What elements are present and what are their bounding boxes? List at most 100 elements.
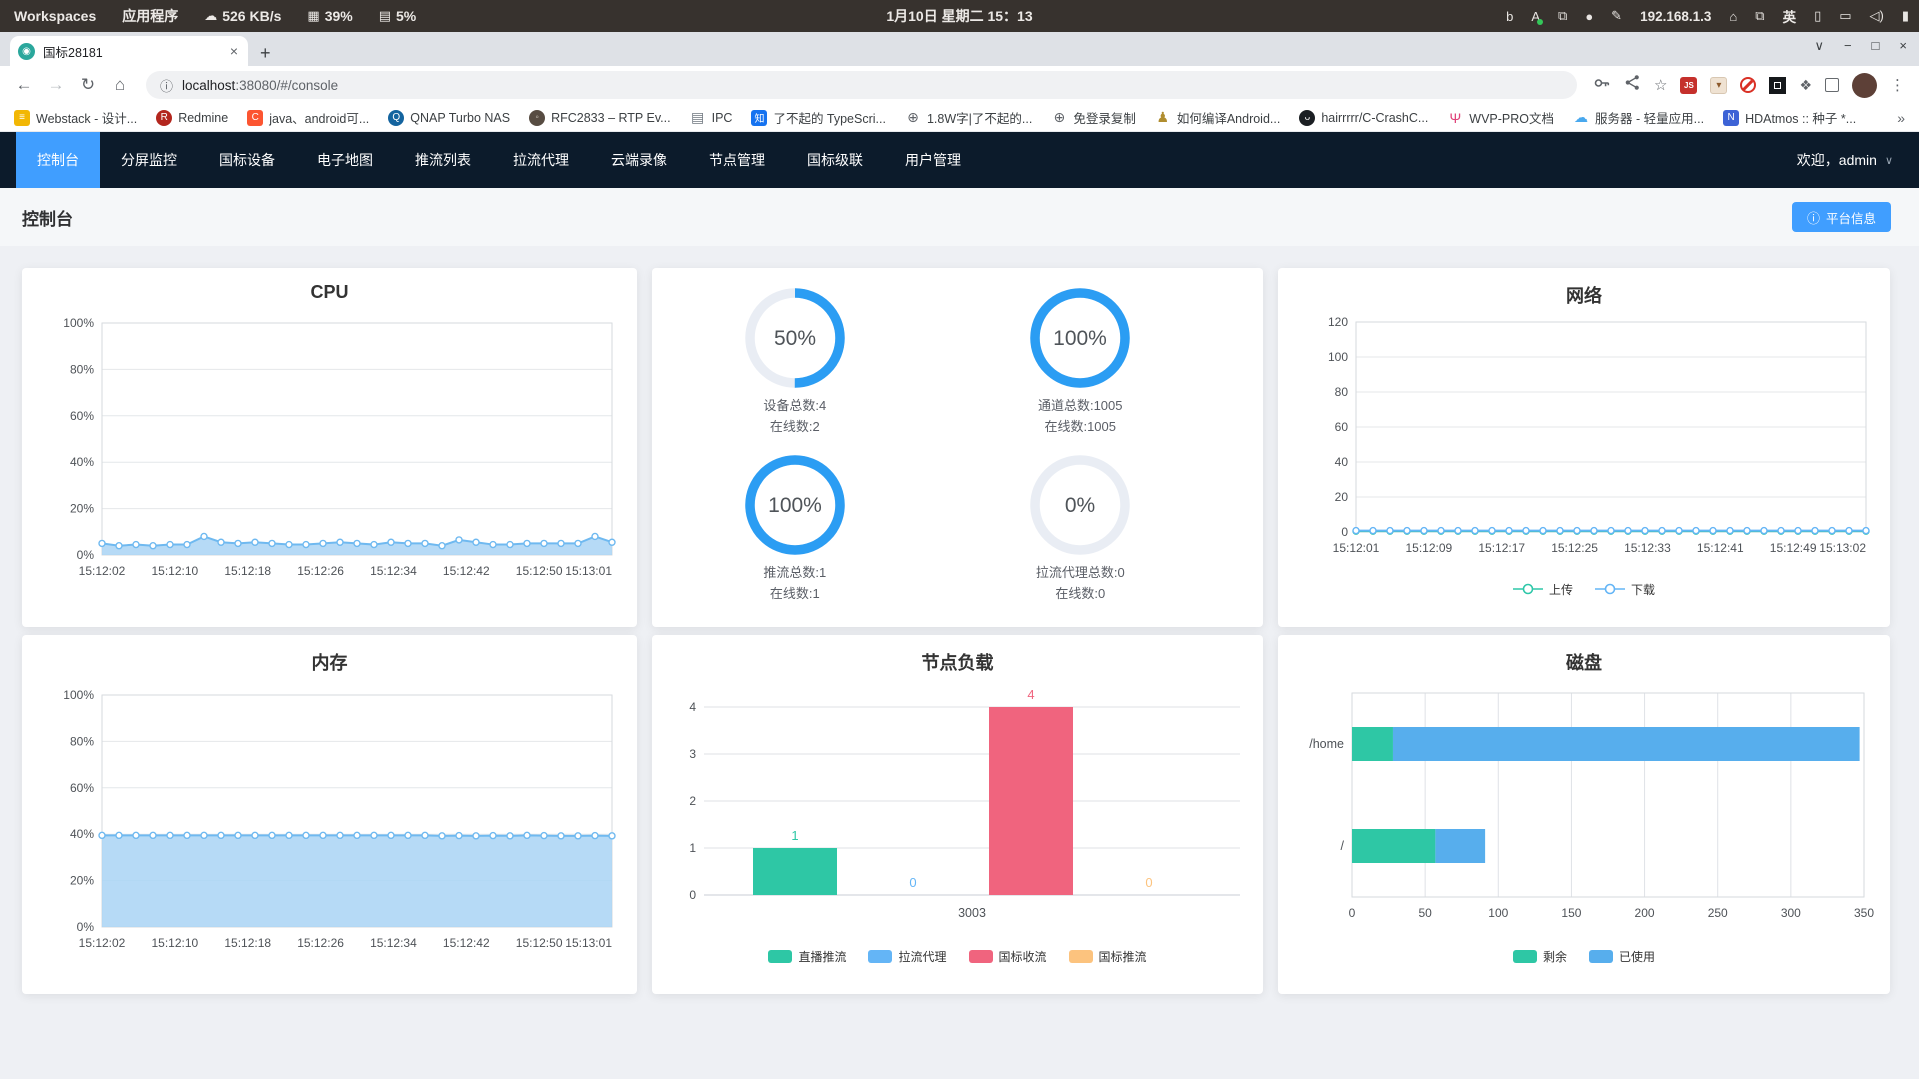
cpu-icon: ▦: [307, 8, 320, 23]
back-button[interactable]: ←: [10, 75, 38, 95]
svg-text:60: 60: [1335, 420, 1349, 434]
svg-text:200: 200: [1635, 906, 1655, 920]
tab-search-chevron-icon[interactable]: ∨: [1814, 38, 1824, 54]
bookmark-item[interactable]: ⊕ 1.8W字|了不起的...: [905, 108, 1032, 127]
reload-button[interactable]: ↻: [74, 75, 102, 95]
svg-text:/home: /home: [1309, 737, 1344, 751]
platform-info-button[interactable]: ⓘ 平台信息: [1791, 202, 1891, 232]
svg-text:0: 0: [1341, 525, 1348, 539]
cpu-usage-indicator[interactable]: ▦ 39%: [307, 8, 352, 24]
bookmark-star-icon[interactable]: ☆: [1654, 76, 1667, 94]
legend-item-已使用[interactable]: 已使用: [1589, 948, 1655, 965]
bookmark-item[interactable]: ♟ 如何编译Android...: [1155, 108, 1281, 127]
nav-item-节点管理[interactable]: 节点管理: [688, 132, 786, 188]
bing-icon[interactable]: b: [1506, 9, 1513, 24]
bookmarks-overflow-icon[interactable]: »: [1897, 110, 1905, 126]
text-tool-icon[interactable]: A: [1531, 9, 1543, 25]
bookmark-item[interactable]: ☁ 服务器 - 轻量应用...: [1573, 108, 1704, 127]
home-icon[interactable]: ⌂: [1729, 9, 1737, 24]
bookmark-item[interactable]: Q QNAP Turbo NAS: [388, 109, 510, 126]
url-host: localhost: [182, 77, 236, 93]
bookmark-favicon: ⊕: [907, 109, 919, 125]
svg-text:4: 4: [689, 700, 696, 714]
applications-menu[interactable]: 应用程序: [122, 6, 178, 26]
password-key-icon[interactable]: [1593, 74, 1611, 97]
nav-item-国标设备[interactable]: 国标设备: [198, 132, 296, 188]
bookmark-item[interactable]: R Redmine: [156, 109, 228, 126]
app-circle-icon[interactable]: ●: [1585, 9, 1593, 24]
nav-item-云端录像[interactable]: 云端录像: [590, 132, 688, 188]
svg-text:0%: 0%: [76, 548, 94, 562]
screenshot-tool-icon[interactable]: ✎: [1611, 8, 1622, 24]
volume-icon[interactable]: ◁): [1870, 8, 1884, 24]
browser-profile-avatar[interactable]: [1852, 72, 1877, 98]
browser-home-button[interactable]: ⌂: [106, 75, 134, 95]
extension-dark-icon[interactable]: [1769, 76, 1787, 94]
extension-icon[interactable]: ▾: [1710, 76, 1728, 94]
memory-usage-indicator[interactable]: ▤ 5%: [379, 8, 417, 24]
site-info-icon[interactable]: ⓘ: [160, 76, 173, 95]
bookmark-item[interactable]: Ψ WVP-PRO文档: [1447, 108, 1554, 127]
bookmark-item[interactable]: ◦ RFC2833 – RTP Ev...: [529, 109, 671, 126]
battery-icon[interactable]: ▮: [1902, 8, 1909, 24]
browser-toolbar: ← → ↻ ⌂ ⓘ localhost:38080/#/console ☆ JS…: [0, 66, 1919, 104]
network-speed-indicator[interactable]: ☁ 526 KB/s: [204, 8, 281, 24]
extension-js-icon[interactable]: JS: [1680, 76, 1698, 94]
bookmark-item[interactable]: ᴗ hairrrrr/C-CrashC...: [1299, 109, 1428, 126]
new-tab-button[interactable]: +: [260, 44, 271, 62]
legend-item-下载[interactable]: 下载: [1595, 581, 1655, 598]
clipboard-icon[interactable]: ⧉: [1558, 8, 1567, 24]
tablet-icon[interactable]: ▯: [1814, 8, 1821, 24]
extensions-puzzle-icon[interactable]: ❖: [1799, 77, 1812, 94]
browser-tab[interactable]: ◉ 国标28181 ×: [10, 36, 248, 66]
bookmark-label: Webstack - 设计...: [36, 112, 138, 126]
legend-item-国标收流[interactable]: 国标收流: [968, 948, 1047, 965]
bookmark-item[interactable]: 知了不起的 TypeScri...: [751, 108, 886, 127]
window-minimize-button[interactable]: −: [1844, 38, 1852, 54]
nav-item-推流列表[interactable]: 推流列表: [394, 132, 492, 188]
window-maximize-button[interactable]: □: [1872, 38, 1880, 54]
legend-item-剩余[interactable]: 剩余: [1512, 948, 1567, 965]
windows-overlap-icon[interactable]: ⧉: [1755, 8, 1764, 24]
tab-close-icon[interactable]: ×: [228, 43, 240, 59]
svg-text:4: 4: [1027, 687, 1034, 702]
memory-icon: ▤: [378, 8, 392, 23]
share-icon[interactable]: [1624, 74, 1641, 96]
svg-text:15:12:49: 15:12:49: [1770, 541, 1817, 555]
user-menu[interactable]: 欢迎，admin ∨: [1797, 150, 1919, 170]
window-close-button[interactable]: ×: [1899, 38, 1907, 54]
nav-item-分屏监控[interactable]: 分屏监控: [100, 132, 198, 188]
nav-item-拉流代理[interactable]: 拉流代理: [492, 132, 590, 188]
bookmark-item[interactable]: ⊕ 免登录复制: [1051, 108, 1135, 127]
address-bar[interactable]: ⓘ localhost:38080/#/console: [146, 71, 1577, 99]
bookmark-item[interactable]: N HDAtmos :: 种子 *...: [1723, 108, 1856, 127]
browser-menu-icon[interactable]: ⋮: [1890, 76, 1905, 94]
chevron-down-icon: ∨: [1884, 154, 1893, 167]
legend-label: 剩余: [1542, 949, 1567, 964]
legend-item-直播推流[interactable]: 直播推流: [768, 948, 846, 965]
extension-adblock-icon[interactable]: [1740, 77, 1757, 93]
gauge-total-label: 推流总数:1: [763, 565, 827, 581]
bookmark-item[interactable]: ≡ Webstack - 设计...: [14, 108, 137, 127]
node-load-card: 节点负载 0 1 2 3 4 1 0 4 0 3003 直播推流 拉流代理 国标收流 国标推流: [652, 635, 1263, 994]
display-icon[interactable]: ▭: [1839, 8, 1851, 24]
legend-item-上传[interactable]: 上传: [1512, 581, 1573, 598]
bookmark-item[interactable]: ▤ IPC: [690, 109, 732, 126]
legend-item-拉流代理[interactable]: 拉流代理: [868, 948, 947, 965]
forward-button[interactable]: →: [42, 75, 70, 95]
input-method-indicator[interactable]: 英: [1783, 6, 1797, 26]
legend-item-国标推流[interactable]: 国标推流: [1068, 948, 1147, 965]
bookmark-label: RFC2833 – RTP Ev...: [551, 110, 671, 125]
extension-frame-icon[interactable]: [1825, 78, 1839, 92]
nav-item-控制台[interactable]: 控制台: [16, 132, 100, 188]
legend-label: 下载: [1631, 582, 1656, 597]
nav-item-用户管理[interactable]: 用户管理: [884, 132, 982, 188]
page-title: 控制台: [22, 209, 73, 229]
bookmark-label: 了不起的 TypeScri...: [773, 112, 886, 126]
nav-item-国标级联[interactable]: 国标级联: [786, 132, 884, 188]
workspaces-button[interactable]: Workspaces: [14, 8, 96, 24]
ip-address[interactable]: 192.168.1.3: [1640, 9, 1711, 24]
nav-item-电子地图[interactable]: 电子地图: [296, 132, 394, 188]
bookmark-item[interactable]: Cjava、android可...: [247, 108, 369, 127]
gauge-grid: 50% 设备总数:4 在线数:2 100% 通道总数:1005 在线数:1005 100% 推…: [652, 268, 1263, 627]
